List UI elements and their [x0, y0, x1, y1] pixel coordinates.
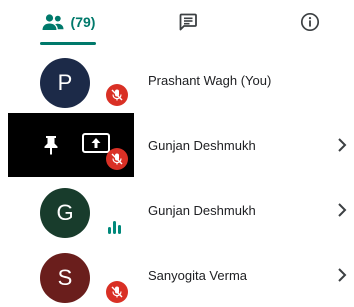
tab-info[interactable] — [288, 0, 332, 44]
participant-row[interactable]: P Prashant Wagh (You) — [0, 48, 354, 112]
chevron-right-icon[interactable] — [334, 200, 350, 220]
participant-row[interactable]: S Sanyogita Verma — [0, 243, 354, 307]
present-screen-icon[interactable] — [82, 133, 110, 153]
participant-row[interactable]: Gunjan Deshmukh — [0, 113, 354, 177]
avatar: G — [40, 188, 90, 238]
info-icon — [300, 12, 320, 32]
tab-chat[interactable] — [160, 0, 216, 44]
video-tile — [8, 113, 134, 177]
participant-count: (79) — [70, 14, 96, 30]
avatar: S — [40, 253, 90, 303]
mic-off-icon — [106, 281, 128, 303]
chat-icon — [178, 12, 198, 32]
active-tab-indicator — [40, 42, 96, 45]
mic-off-icon — [106, 148, 128, 170]
chevron-right-icon[interactable] — [334, 265, 350, 285]
participants-tab-bar: (79) — [0, 0, 354, 48]
participant-name: Prashant Wagh (You) — [148, 72, 272, 88]
participant-name: Gunjan Deshmukh — [148, 202, 256, 218]
participant-name: Gunjan Deshmukh — [148, 137, 256, 153]
pin-icon[interactable] — [43, 135, 59, 160]
avatar: P — [40, 58, 90, 108]
chevron-right-icon[interactable] — [334, 135, 350, 155]
people-icon — [41, 13, 65, 31]
speaking-indicator-icon — [108, 220, 126, 234]
tab-people[interactable]: (79) — [28, 0, 108, 44]
participant-name: Sanyogita Verma — [148, 267, 248, 283]
participant-row[interactable]: G Gunjan Deshmukh — [0, 178, 354, 242]
mic-off-icon — [106, 84, 128, 106]
